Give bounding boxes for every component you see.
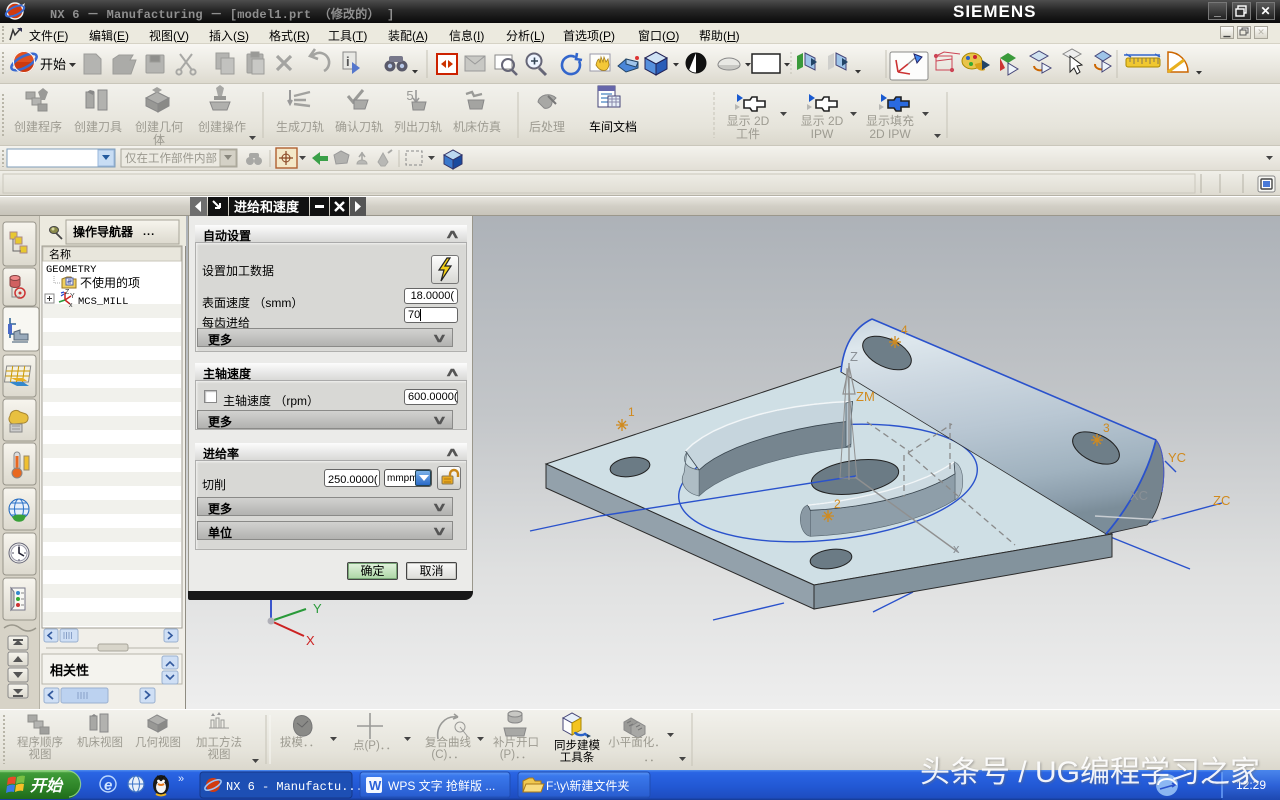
svg-text:X: X: [306, 633, 315, 648]
svg-text:创建操作: 创建操作: [198, 119, 246, 134]
svg-text:机床仿真: 机床仿真: [453, 120, 501, 134]
svg-text:创建程序: 创建程序: [14, 119, 62, 134]
svg-text:i: i: [346, 54, 350, 69]
svg-text:5: 5: [406, 88, 413, 103]
svg-text:2: 2: [834, 497, 841, 511]
svg-text:Z: Z: [850, 349, 858, 364]
svg-text:GEOMETRY: GEOMETRY: [46, 264, 97, 276]
svg-text:1: 1: [628, 405, 635, 419]
svg-text:车间文档: 车间文档: [589, 119, 637, 134]
svg-text:显示 2D: 显示 2D: [727, 114, 770, 128]
svg-text:Y: Y: [70, 293, 75, 300]
svg-text:确认刀轨: 确认刀轨: [335, 120, 383, 134]
svg-text:进给和速度: 进给和速度: [234, 200, 300, 215]
svg-text:开始: 开始: [40, 57, 66, 72]
svg-text:创建几何: 创建几何: [135, 120, 183, 134]
svg-text:不使用的项: 不使用的项: [80, 275, 140, 290]
svg-text:名称: 名称: [49, 247, 71, 261]
svg-text:生成刀轨: 生成刀轨: [276, 120, 324, 134]
svg-text:列出刀轨: 列出刀轨: [394, 120, 442, 134]
svg-text:体: 体: [153, 133, 165, 146]
svg-text:仅在工作部件内部: 仅在工作部件内部: [125, 151, 217, 165]
svg-text:相关性: 相关性: [50, 663, 89, 678]
svg-text:YC: YC: [1168, 450, 1186, 465]
svg-text:3: 3: [1103, 421, 1110, 435]
svg-text:显示 2D: 显示 2D: [801, 114, 844, 128]
svg-text:4: 4: [901, 323, 908, 337]
svg-text:显示填充: 显示填充: [866, 113, 914, 128]
svg-text:ZM: ZM: [856, 389, 875, 404]
svg-text:操作导航器: 操作导航器: [73, 224, 134, 239]
svg-text:XC: XC: [1130, 488, 1148, 503]
svg-text:MCS_MILL: MCS_MILL: [78, 296, 128, 308]
svg-text:x: x: [69, 302, 73, 309]
svg-text:创建刀具: 创建刀具: [74, 120, 122, 134]
svg-text:...: ...: [143, 226, 155, 238]
svg-text:2D IPW: 2D IPW: [869, 127, 911, 141]
svg-text:Y: Y: [313, 601, 322, 616]
svg-text:ZC: ZC: [1213, 493, 1230, 508]
svg-text:IPW: IPW: [811, 127, 834, 141]
svg-text:后处理: 后处理: [529, 120, 565, 134]
svg-text:x: x: [953, 541, 960, 556]
svg-text:工件: 工件: [736, 127, 760, 141]
